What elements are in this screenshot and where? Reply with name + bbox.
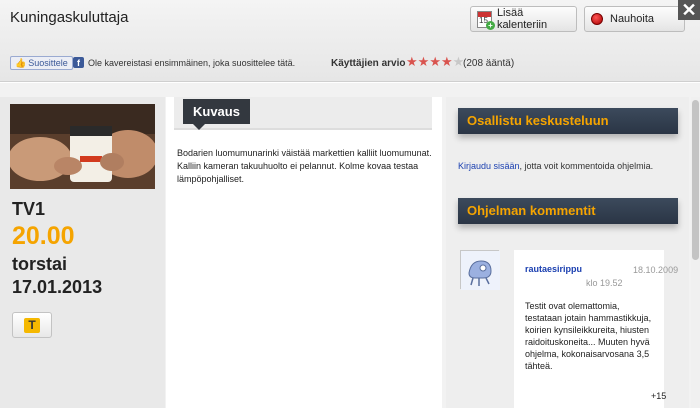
avatar [460,250,500,290]
comment-votes[interactable]: +15 [651,391,666,401]
comment-text: Testit ovat olemattomia, testataan jotai… [525,301,652,371]
rating-stars[interactable]: ★ ★ ★ ★ ★ [406,55,464,69]
close-button[interactable]: ✕ [678,0,700,20]
rating-label: Käyttäjien arvio [331,58,406,69]
program-thumbnail [10,104,155,189]
record-label: Nauhoita [610,13,655,25]
like-label: Suosittele [28,58,68,68]
description-panel [166,97,442,408]
broadcast-weekday: torstai [12,254,68,274]
age-rating-t-icon: T [24,317,40,333]
calendar-add-icon: 15 + [477,10,495,30]
join-discussion-heading: Osallistu keskusteluun [458,108,678,134]
record-button[interactable]: Nauhoita [584,6,685,32]
rating-count: (208 ääntä) [463,58,515,69]
like-prompt-text: Ole kavereistasi ensimmäinen, joka suosi… [88,58,296,68]
channel-name: TV1 [12,199,46,219]
add-to-calendar-button[interactable]: 15 + Lisää kalenteriin [470,6,577,32]
description-text: Bodarien luomumunarinki väistää marketti… [177,148,432,184]
comment-date: rautaesiripp18.10.2009 klo 19.52 [586,265,679,288]
facebook-icon: f [73,57,84,68]
add-to-calendar-label: Lisää kalenteriin [496,7,548,31]
login-prompt: Kirjaudu sisään, jotta voit kommentoida … [458,161,653,171]
star-icon[interactable]: ★ [441,55,453,69]
star-icon[interactable]: ★ [429,55,441,69]
broadcast-date: 17.01.2013 [12,277,103,297]
record-icon [591,13,603,25]
star-icon[interactable]: ★ [406,55,418,69]
star-icon[interactable]: ★ [418,55,430,69]
comments-heading: Ohjelman kommentit [458,198,678,224]
scrollbar-thumb[interactable] [692,100,699,260]
login-prompt-suffix: , jotta voit kommentoida ohjelmia. [519,161,654,171]
login-link[interactable]: Kirjaudu sisään [458,161,520,171]
age-rating-button[interactable]: T [12,312,52,338]
facebook-like-button[interactable]: 👍 Suosittele [10,56,73,70]
thumbs-up-icon: 👍 [15,57,27,68]
comment-author[interactable]: rautaesirippu [525,264,582,274]
description-tab: Kuvaus [183,99,250,130]
broadcast-time: 20.00 [12,222,75,250]
page-title: Kuningaskuluttaja [10,9,129,26]
